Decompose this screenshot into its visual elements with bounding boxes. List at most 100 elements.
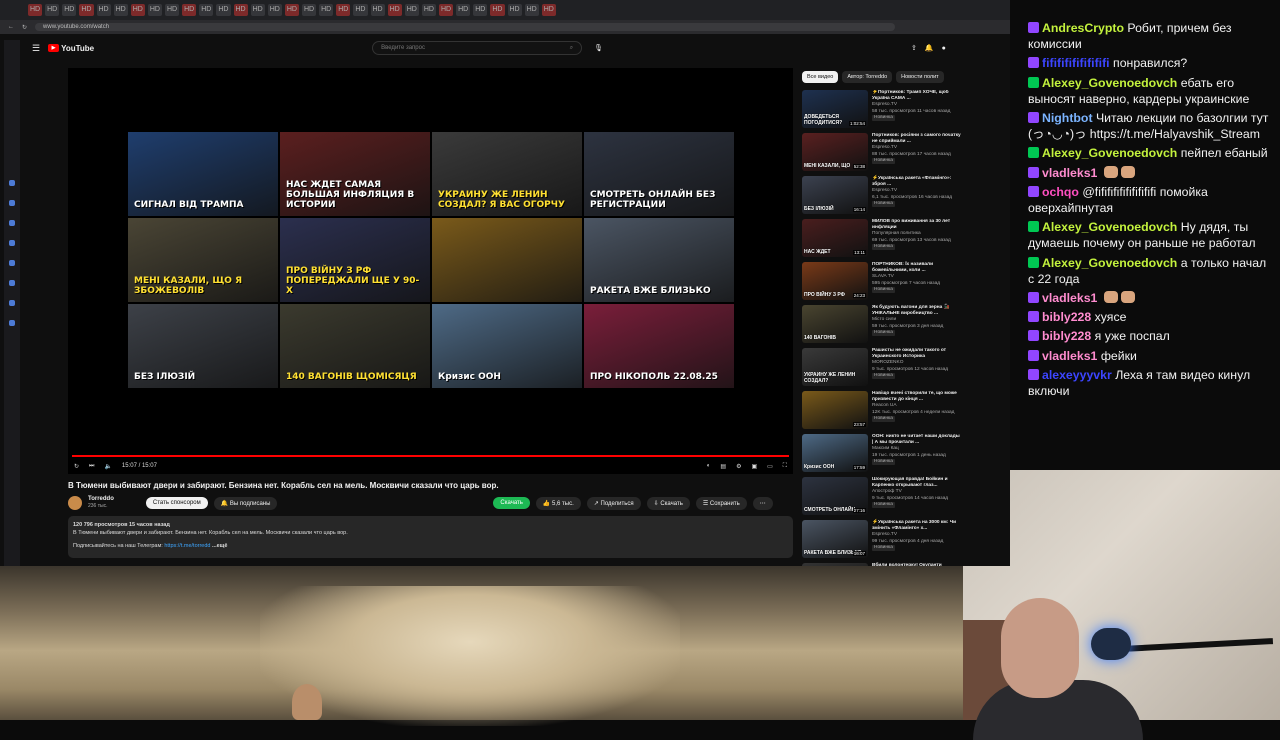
rec-title[interactable]: Портников: росіяни з самого початку не с… (872, 133, 962, 145)
sidebar-app-icon[interactable] (9, 300, 15, 306)
recommended-video[interactable]: ДОВЕДЕТЬСЯ ПОГОДИТИСЯ? 1:02:54 ⚡Портников:… (802, 90, 962, 133)
browser-tab[interactable]: HD (165, 4, 180, 16)
browser-tab[interactable]: HD (62, 4, 77, 16)
browser-tab[interactable]: HD (507, 4, 522, 16)
upload-icon[interactable]: ⇪ (911, 44, 917, 52)
progress-bar[interactable] (72, 455, 789, 457)
rec-title[interactable]: МИЛОВ про виживання за 30 лет инфляции (872, 219, 962, 231)
recommended-video[interactable]: 23:57 Навіщо вчені створили те, що може п… (802, 391, 962, 434)
browser-tab[interactable]: HD (319, 4, 334, 16)
rec-title[interactable]: ПОРТНИКОВ: Їх називали божевільними, кол… (872, 262, 962, 274)
rec-thumbnail[interactable]: ПРО ВІЙНУ З РФ 24:23 (802, 262, 868, 300)
mic-icon[interactable]: 🎙 (594, 44, 603, 52)
rec-title[interactable]: ⚡Портников: Трамп ХОЧЕ, щоб Україна САМА… (872, 90, 962, 102)
recommended-video[interactable]: СМОТРЕТЬ ОНЛАЙН 27:16 Шокирующая правда! Б… (802, 477, 962, 520)
sidebar-app-icon[interactable] (9, 320, 15, 326)
recommended-video[interactable]: БЕЗ ІЛЮЗІЙ 16:14 ⚡Українська ракета «Фламі… (802, 176, 962, 219)
browser-tab[interactable]: HD (216, 4, 231, 16)
browser-tab[interactable]: HD (250, 4, 265, 16)
browser-tab[interactable]: HD (302, 4, 317, 16)
end-screen-video[interactable]: БЕЗ ІЛЮЗІЙ (128, 304, 278, 388)
subscribed-button[interactable]: 🔔 Вы подписаны (213, 496, 278, 510)
autoplay-toggle[interactable]: ◐ (707, 463, 711, 470)
chat-username[interactable]: vladleks1 (1042, 349, 1097, 363)
recommended-video[interactable]: УКРАИНУ ЖЕ ЛЕНИН СОЗДАЛ? Рашисты не ожида… (802, 348, 962, 391)
recommended-video[interactable]: Кризис ООН 17:59 ООН: никто не читает наши… (802, 434, 962, 477)
browser-tab[interactable]: HD (387, 4, 402, 16)
chat-username[interactable]: bibly228 (1042, 310, 1091, 324)
telegram-link[interactable]: https://t.me/torredd (164, 543, 210, 549)
browser-tab[interactable]: HD (473, 4, 488, 16)
rec-thumbnail[interactable]: НАС ЖДЕТ 13:11 (802, 219, 868, 257)
youtube-logo[interactable]: ▶ YouTube (48, 44, 94, 53)
share-button[interactable]: ↗ Поделиться (586, 496, 641, 510)
recommended-video[interactable]: Вбили волонтерку! ОкупантиНовинка (802, 563, 962, 566)
replay-icon[interactable]: ↻ (74, 463, 79, 470)
browser-tab[interactable]: HD (404, 4, 419, 16)
rec-thumbnail[interactable]: СМОТРЕТЬ ОНЛАЙН 27:16 (802, 477, 868, 515)
end-screen-video[interactable]: МЕНІ КАЗАЛИ, ЩО Я ЗБОЖЕВОЛІВ (128, 218, 278, 302)
filter-chip[interactable]: Новости полит (896, 71, 944, 83)
channel-avatar[interactable] (68, 496, 82, 510)
more-actions-button[interactable]: ⋯ (752, 496, 773, 510)
description-box[interactable]: 120 796 просмотров 15 часов назад В Тюме… (68, 516, 793, 558)
rec-thumbnail[interactable]: 140 ВАГОНІВ (802, 305, 868, 343)
chat-username[interactable]: Alexey_Govenoedovch (1042, 256, 1177, 270)
show-more[interactable]: ...ещё (212, 543, 227, 549)
sidebar-app-icon[interactable] (9, 280, 15, 286)
reload-icon[interactable]: ↻ (22, 24, 27, 31)
browser-tab[interactable]: HD (541, 4, 556, 16)
end-screen-video[interactable] (432, 218, 582, 302)
chat-username[interactable]: fififififififififi (1042, 56, 1110, 70)
sidebar-app-icon[interactable] (9, 180, 15, 186)
end-screen-video[interactable]: СИГНАЛ ВІД ТРАМПА (128, 132, 278, 216)
fullscreen-icon[interactable]: ⛶ (783, 463, 787, 470)
sidebar-app-icon[interactable] (9, 240, 15, 246)
browser-tab[interactable]: HD (147, 4, 162, 16)
back-icon[interactable]: ← (8, 24, 14, 30)
browser-tab[interactable]: HD (353, 4, 368, 16)
browser-tab[interactable]: HD (456, 4, 471, 16)
end-screen-video[interactable]: ПРО ВІЙНУ З РФ ПОПЕРЕДЖАЛИ ЩЕ У 90-Х (280, 218, 430, 302)
video-player[interactable]: СИГНАЛ ВІД ТРАМПА НАС ЖДЕТ САМАЯ БОЛЬШАЯ … (68, 68, 793, 474)
rec-title[interactable]: Як будують вагони для зерна 🚂 УНІКАЛЬНЕ … (872, 305, 962, 317)
browser-tab[interactable]: HD (113, 4, 128, 16)
sidebar-app-icon[interactable] (9, 220, 15, 226)
recommended-video[interactable]: ПРО ВІЙНУ З РФ 24:23 ПОРТНИКОВ: Їх називал… (802, 262, 962, 305)
rec-title[interactable]: ООН: никто не читает наши доклады | А мы… (872, 434, 962, 446)
download-green-button[interactable]: Скачать (493, 497, 530, 509)
browser-tab[interactable]: HD (524, 4, 539, 16)
end-screen-video[interactable]: РАКЕТА ВЖЕ БЛИЗЬКО (584, 218, 734, 302)
rec-title[interactable]: Вбили волонтерку! Окупанти (872, 563, 962, 566)
chat-username[interactable]: vladleks1 (1042, 291, 1097, 305)
recommended-video[interactable]: МЕНІ КАЗАЛИ, ЩО 52:38 Портников: росіяни з… (802, 133, 962, 176)
rec-thumbnail[interactable]: МЕНІ КАЗАЛИ, ЩО 52:38 (802, 133, 868, 171)
browser-tab[interactable]: HD (199, 4, 214, 16)
browser-tab[interactable]: HD (233, 4, 248, 16)
browser-tab[interactable]: HD (130, 4, 145, 16)
like-button[interactable]: 👍 5,6 тыс. (535, 496, 581, 510)
url-field[interactable]: www.youtube.com/watch (35, 23, 896, 31)
search-input[interactable]: Введите запрос ⌕ (372, 41, 583, 55)
subtitles-icon[interactable]: ▤ (720, 463, 726, 470)
volume-icon[interactable]: 🔈 (104, 463, 111, 470)
chat-username[interactable]: Alexey_Govenoedovch (1042, 220, 1177, 234)
download-button[interactable]: ⇩ Скачать (646, 496, 690, 510)
browser-tab[interactable]: HD (421, 4, 436, 16)
end-screen-video[interactable]: УКРАИНУ ЖЕ ЛЕНИН СОЗДАЛ? Я ВАС ОГОРЧУ (432, 132, 582, 216)
filter-chip[interactable]: Все видео (802, 71, 839, 83)
rec-thumbnail[interactable]: УКРАИНУ ЖЕ ЛЕНИН СОЗДАЛ? (802, 348, 868, 386)
browser-tab[interactable]: HD (336, 4, 351, 16)
end-screen-video[interactable]: Кризис ООН (432, 304, 582, 388)
chat-username[interactable]: AndresCrypto (1042, 21, 1124, 35)
chat-username[interactable]: alexeyyyvkr (1042, 368, 1112, 382)
theater-icon[interactable]: ▭ (767, 463, 773, 470)
chat-username[interactable]: Alexey_Govenoedovch (1042, 76, 1177, 90)
save-button[interactable]: ☰ Сохранить (695, 496, 747, 510)
rec-title[interactable]: Шокирующая правда! Бойкин и Карпенко отк… (872, 477, 962, 489)
rec-title[interactable]: ⚡Українська ракета «Фламінго»: зброя ... (872, 176, 962, 188)
search-icon[interactable]: ⌕ (570, 45, 573, 51)
sidebar-app-icon[interactable] (9, 200, 15, 206)
browser-tab[interactable]: HD (490, 4, 505, 16)
settings-icon[interactable]: ⚙ (736, 463, 741, 470)
